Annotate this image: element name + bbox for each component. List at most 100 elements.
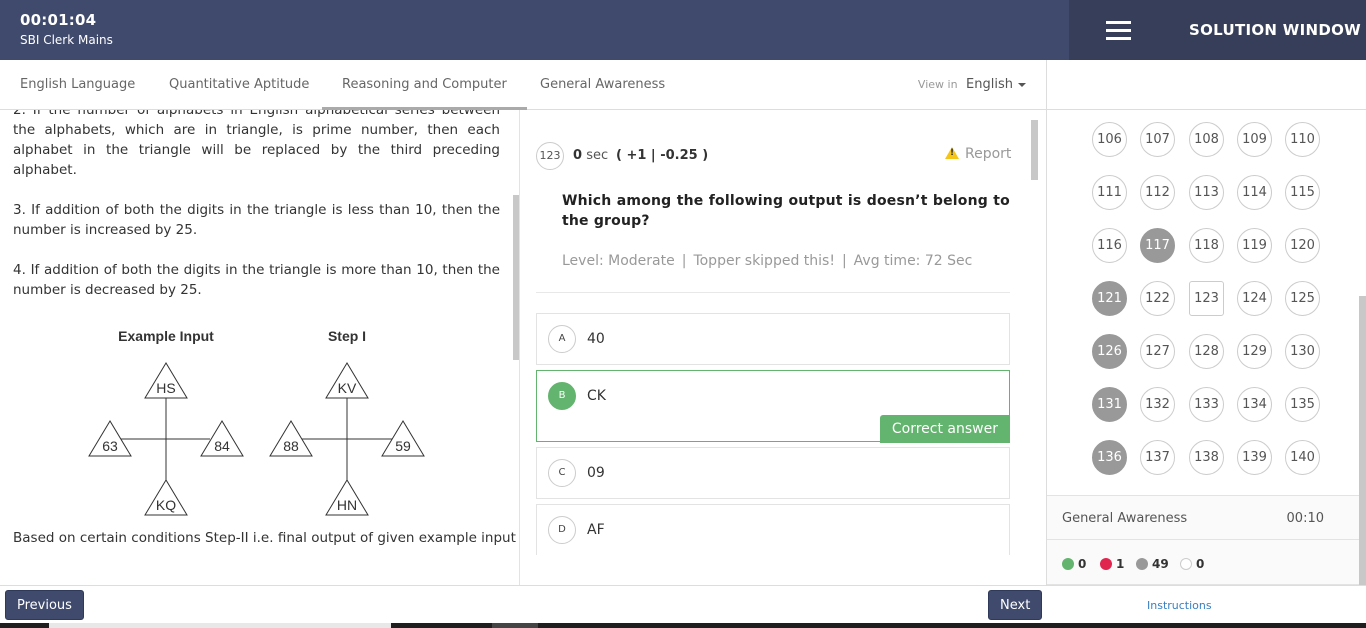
triangle-label: KV bbox=[338, 380, 357, 396]
palette-question-133[interactable]: 133 bbox=[1189, 387, 1224, 422]
previous-button[interactable]: Previous bbox=[5, 590, 84, 620]
option-text: 40 bbox=[587, 331, 605, 347]
palette-question-115[interactable]: 115 bbox=[1285, 175, 1320, 210]
legend-count: 1 bbox=[1116, 557, 1125, 571]
correct-answer-badge: Correct answer bbox=[879, 415, 1010, 443]
option-b[interactable]: B CK Correct answer bbox=[536, 370, 1010, 443]
option-c[interactable]: C 09 bbox=[536, 447, 1010, 499]
palette-question-118[interactable]: 118 bbox=[1189, 228, 1224, 263]
palette-question-120[interactable]: 120 bbox=[1285, 228, 1320, 263]
palette-question-138[interactable]: 138 bbox=[1189, 440, 1224, 475]
section-summary: General Awareness 00:10 bbox=[1047, 495, 1359, 540]
question-meta: Level: Moderate | Topper skipped this! | Avg… bbox=[562, 253, 973, 269]
red-dot-icon bbox=[1100, 558, 1112, 570]
legend-count: 49 bbox=[1152, 557, 1169, 571]
tab-quantitative-aptitude[interactable]: Quantitative Aptitude bbox=[149, 60, 329, 110]
exam-header: 00:01:04 SBI Clerk Mains bbox=[0, 0, 1069, 60]
palette-question-122[interactable]: 122 bbox=[1140, 281, 1175, 316]
legend-incorrect: 1 bbox=[1100, 557, 1124, 571]
triangle-label: 88 bbox=[283, 438, 299, 454]
palette-question-114[interactable]: 114 bbox=[1237, 175, 1272, 210]
palette-question-130[interactable]: 130 bbox=[1285, 334, 1320, 369]
palette-question-124[interactable]: 124 bbox=[1237, 281, 1272, 316]
passage-text: 2. If the number of alphabets in English… bbox=[13, 110, 500, 320]
tab-english-language[interactable]: English Language bbox=[0, 60, 155, 110]
tab-general-awareness[interactable]: General Awareness bbox=[520, 60, 685, 110]
palette-question-109[interactable]: 109 bbox=[1237, 122, 1272, 157]
legend-unattempted: 0 bbox=[1180, 557, 1204, 571]
palette-question-123[interactable]: 123 bbox=[1189, 281, 1224, 316]
passage-scrollbar[interactable] bbox=[513, 195, 519, 360]
option-letter: A bbox=[548, 325, 576, 353]
passage-pane: 2. If the number of alphabets in English… bbox=[0, 110, 520, 585]
question-scrollbar[interactable] bbox=[1031, 120, 1038, 180]
palette-question-128[interactable]: 128 bbox=[1189, 334, 1224, 369]
question-number: 123 bbox=[536, 142, 564, 170]
legend-count: 0 bbox=[1078, 557, 1087, 571]
palette-question-111[interactable]: 111 bbox=[1092, 175, 1127, 210]
palette-question-113[interactable]: 113 bbox=[1189, 175, 1224, 210]
footer-bar: Previous Next Instructions bbox=[0, 585, 1366, 623]
palette-question-125[interactable]: 125 bbox=[1285, 281, 1320, 316]
status-legend: 0 1 49 0 bbox=[1047, 540, 1359, 585]
palette-question-139[interactable]: 139 bbox=[1237, 440, 1272, 475]
triangle-label: 59 bbox=[395, 438, 411, 454]
palette-question-132[interactable]: 132 bbox=[1140, 387, 1175, 422]
triangle-label: KQ bbox=[156, 497, 176, 513]
palette-question-107[interactable]: 107 bbox=[1140, 122, 1175, 157]
question-text: Which among the following output is does… bbox=[562, 193, 1010, 229]
topper-status: Topper skipped this! bbox=[693, 253, 835, 269]
section-time: 00:10 bbox=[1286, 511, 1324, 526]
option-text: 09 bbox=[587, 465, 605, 481]
palette-question-129[interactable]: 129 bbox=[1237, 334, 1272, 369]
palette-scrollbar[interactable] bbox=[1359, 296, 1366, 585]
question-palette: 106 107 108 109 110 111 112 113 114 115 116 117 118 1… bbox=[1047, 110, 1359, 495]
palette-question-110[interactable]: 110 bbox=[1285, 122, 1320, 157]
question-pane: 123 0 sec ( +1 | -0.25 ) Report Which am… bbox=[521, 110, 1046, 555]
palette-question-126[interactable]: 126 bbox=[1092, 334, 1127, 369]
question-palette-pane: 106 107 108 109 110 111 112 113 114 115 116 117 118 1… bbox=[1046, 110, 1366, 585]
diagram-title-step-1: Step I bbox=[328, 328, 366, 344]
option-a[interactable]: A 40 bbox=[536, 313, 1010, 365]
palette-question-119[interactable]: 119 bbox=[1237, 228, 1272, 263]
palette-question-112[interactable]: 112 bbox=[1140, 175, 1175, 210]
palette-question-134[interactable]: 134 bbox=[1237, 387, 1272, 422]
triangle-label: HS bbox=[156, 380, 175, 396]
palette-question-136[interactable]: 136 bbox=[1092, 440, 1127, 475]
option-d[interactable]: D AF bbox=[536, 504, 1010, 555]
option-text: CK bbox=[587, 388, 606, 404]
white-dot-icon bbox=[1180, 558, 1192, 570]
exam-name: SBI Clerk Mains bbox=[20, 33, 113, 47]
time-unit: sec bbox=[586, 148, 609, 163]
palette-question-131[interactable]: 131 bbox=[1092, 387, 1127, 422]
palette-question-121[interactable]: 121 bbox=[1092, 281, 1127, 316]
palette-question-108[interactable]: 108 bbox=[1189, 122, 1224, 157]
menu-icon[interactable] bbox=[1106, 21, 1131, 41]
next-button[interactable]: Next bbox=[988, 590, 1043, 620]
diagram-title-example-input: Example Input bbox=[118, 328, 214, 344]
palette-question-135[interactable]: 135 bbox=[1285, 387, 1320, 422]
palette-question-137[interactable]: 137 bbox=[1140, 440, 1175, 475]
green-dot-icon bbox=[1062, 558, 1074, 570]
palette-question-106[interactable]: 106 bbox=[1092, 122, 1127, 157]
section-name: General Awareness bbox=[1062, 511, 1188, 526]
passage-para-3: 3. If addition of both the digits in the… bbox=[13, 202, 500, 238]
report-button[interactable]: Report bbox=[945, 146, 1011, 162]
legend-count: 0 bbox=[1196, 557, 1205, 571]
question-level: Level: Moderate bbox=[562, 253, 675, 269]
instructions-link[interactable]: Instructions bbox=[1147, 599, 1212, 612]
view-in-label: View in bbox=[917, 78, 958, 91]
section-tabs: English Language Quantitative Aptitude R… bbox=[0, 60, 1046, 110]
palette-question-127[interactable]: 127 bbox=[1140, 334, 1175, 369]
exam-timer: 00:01:04 bbox=[20, 11, 97, 29]
option-letter: B bbox=[548, 382, 576, 410]
palette-question-117[interactable]: 117 bbox=[1140, 228, 1175, 263]
tab-reasoning-and-computer[interactable]: Reasoning and Computer bbox=[322, 60, 527, 110]
solution-window-header: SOLUTION WINDOW bbox=[1069, 0, 1366, 60]
legend-correct: 0 bbox=[1062, 557, 1086, 571]
legend-skipped: 49 bbox=[1136, 557, 1169, 571]
palette-question-116[interactable]: 116 bbox=[1092, 228, 1127, 263]
language-dropdown[interactable]: English bbox=[966, 77, 1026, 92]
palette-question-140[interactable]: 140 bbox=[1285, 440, 1320, 475]
language-value: English bbox=[966, 77, 1013, 92]
